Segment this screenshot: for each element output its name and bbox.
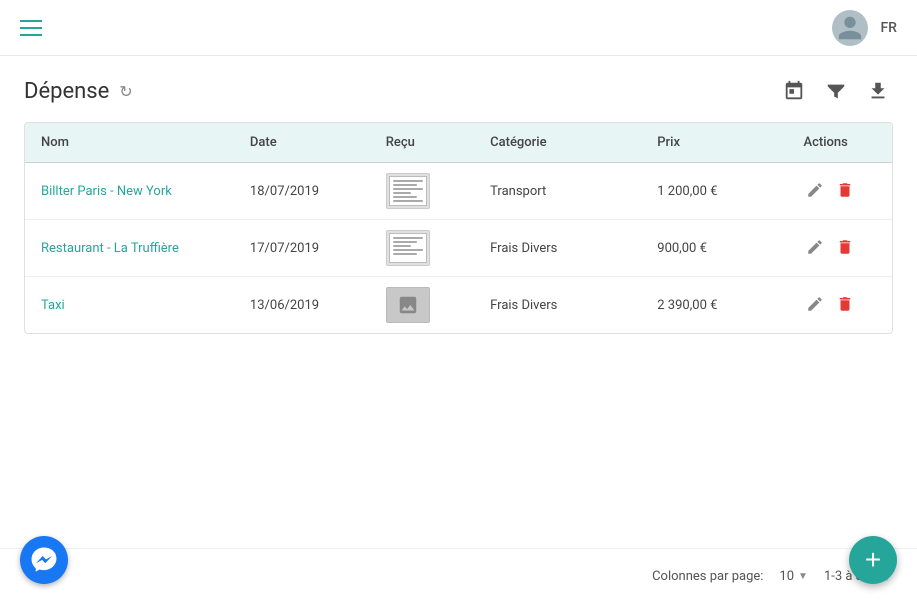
delete-button-1[interactable]	[834, 179, 856, 204]
per-page-chevron: ▼	[798, 571, 808, 582]
receipt-image-3[interactable]	[386, 287, 430, 323]
image-icon-3	[397, 294, 419, 316]
table-row: Billter Paris - New York 18/07/2019	[25, 163, 892, 220]
delete-icon-2	[836, 238, 854, 256]
receipt-thumb-2[interactable]	[386, 230, 430, 266]
page-title-left: Dépense ↻	[24, 79, 133, 104]
expense-receipt-2	[370, 220, 474, 277]
edit-icon-3	[806, 295, 824, 313]
expense-link-1[interactable]: Billter Paris - New York	[41, 184, 172, 199]
page-title-row: Dépense ↻	[24, 76, 893, 106]
per-page-value: 10	[779, 569, 794, 584]
expense-price-1: 1 200,00 €	[641, 163, 787, 220]
col-header-actions: Actions	[788, 123, 893, 163]
col-header-date: Date	[234, 123, 370, 163]
expense-category-3: Frais Divers	[474, 277, 641, 334]
expense-actions-2	[788, 220, 893, 277]
filter-button[interactable]	[821, 76, 851, 106]
edit-icon-2	[806, 238, 824, 256]
calendar-icon	[783, 80, 805, 102]
delete-button-2[interactable]	[834, 236, 856, 261]
edit-icon-1	[806, 181, 824, 199]
expense-link-3[interactable]: Taxi	[41, 298, 65, 313]
user-icon	[836, 14, 864, 42]
add-expense-fab[interactable]: +	[849, 536, 897, 584]
footer: Colonnes par page: 10 ▼ 1-3 à 3 ‹	[0, 548, 917, 604]
expense-receipt-3	[370, 277, 474, 334]
download-icon	[867, 80, 889, 102]
table-header-row: Nom Date Reçu Catégorie Prix Actions	[25, 123, 892, 163]
expense-date-3: 13/06/2019	[234, 277, 370, 334]
col-header-prix: Prix	[641, 123, 787, 163]
page-content: Dépense ↻	[0, 56, 917, 354]
expense-date-2: 17/07/2019	[234, 220, 370, 277]
expense-receipt-1	[370, 163, 474, 220]
col-header-nom: Nom	[25, 123, 234, 163]
hamburger-menu[interactable]	[20, 20, 42, 36]
calendar-button[interactable]	[779, 76, 809, 106]
page-title: Dépense	[24, 79, 109, 104]
expense-price-2: 900,00 €	[641, 220, 787, 277]
header: FR	[0, 0, 917, 56]
receipt-thumb-1[interactable]	[386, 173, 430, 209]
download-button[interactable]	[863, 76, 893, 106]
header-right: FR	[832, 10, 897, 46]
delete-icon-3	[836, 295, 854, 313]
table-row: Taxi 13/06/2019 Frais Divers 2 390,00 €	[25, 277, 892, 334]
col-header-categorie: Catégorie	[474, 123, 641, 163]
expense-actions-1	[788, 163, 893, 220]
refresh-icon[interactable]: ↻	[119, 82, 132, 101]
expense-name-3: Taxi	[25, 277, 234, 334]
avatar[interactable]	[832, 10, 868, 46]
delete-icon-1	[836, 181, 854, 199]
expense-link-2[interactable]: Restaurant - La Truffière	[41, 241, 179, 256]
filter-icon	[825, 80, 847, 102]
col-header-recu: Reçu	[370, 123, 474, 163]
expense-actions-3	[788, 277, 893, 334]
expense-date-1: 18/07/2019	[234, 163, 370, 220]
per-page-select[interactable]: 10 ▼	[779, 569, 808, 584]
expense-category-2: Frais Divers	[474, 220, 641, 277]
messenger-icon	[30, 546, 58, 574]
chat-bubble[interactable]	[20, 536, 68, 584]
expense-table: Nom Date Reçu Catégorie Prix Actions Bil…	[24, 122, 893, 334]
expense-name-2: Restaurant - La Truffière	[25, 220, 234, 277]
edit-button-1[interactable]	[804, 179, 826, 204]
columns-per-page-label: Colonnes par page:	[652, 569, 763, 584]
delete-button-3[interactable]	[834, 293, 856, 318]
expense-category-1: Transport	[474, 163, 641, 220]
edit-button-2[interactable]	[804, 236, 826, 261]
edit-button-3[interactable]	[804, 293, 826, 318]
expense-name-1: Billter Paris - New York	[25, 163, 234, 220]
expense-price-3: 2 390,00 €	[641, 277, 787, 334]
table-row: Restaurant - La Truffière 17/07/2019	[25, 220, 892, 277]
page-actions	[779, 76, 893, 106]
language-label[interactable]: FR	[880, 20, 897, 36]
